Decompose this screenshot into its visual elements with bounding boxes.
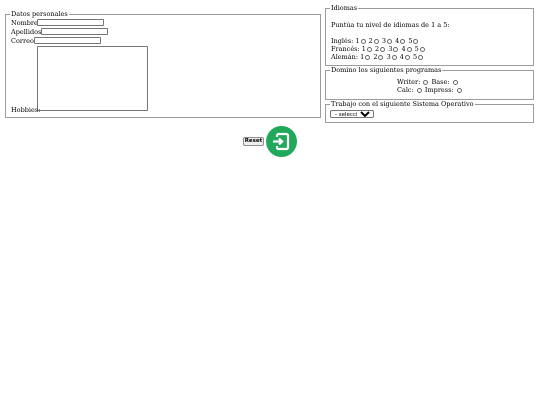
datos-personales-legend: Datos personales [11, 10, 68, 18]
idioma-row-label: Alemán: [331, 53, 359, 61]
level-label: 4 [399, 53, 404, 61]
aleman-radio-1[interactable] [365, 55, 371, 60]
programas-row-2: Calc: Impress: [397, 86, 463, 94]
idiomas-prompt: Puntúa tu nivel de idiomas de 1 a 5: [331, 21, 450, 29]
sistema-select[interactable]: - selecciona - [330, 110, 374, 118]
apellidos-input[interactable] [41, 28, 108, 35]
ingles-radio-1[interactable] [360, 39, 366, 44]
submit-button[interactable] [266, 126, 297, 157]
idioma-row-frances: Francés: 1 2 3 4 5 [331, 45, 426, 53]
level-label: 2 [373, 53, 378, 61]
base-radio[interactable] [452, 80, 458, 85]
aleman-radio-5[interactable] [418, 55, 424, 60]
hobbies-textarea[interactable] [37, 46, 148, 111]
level-label: 5 [408, 37, 413, 45]
apellidos-label: Apellidos: [11, 28, 44, 36]
nombre-label: Nombre: [11, 19, 41, 27]
frances-radio-4[interactable] [406, 47, 412, 52]
aleman-radio-4[interactable] [404, 55, 410, 60]
correo-label: Correo: [11, 37, 37, 45]
frances-radio-1[interactable] [366, 47, 372, 52]
level-label: 5 [414, 45, 419, 53]
level-label: 4 [395, 37, 400, 45]
level-label: 3 [381, 37, 387, 45]
ingles-radio-3[interactable] [387, 39, 393, 44]
frances-radio-3[interactable] [393, 47, 399, 52]
level-label: 2 [368, 37, 373, 45]
level-label: 2 [375, 45, 380, 53]
hobbies-label: Hobbies: [11, 106, 41, 114]
idioma-row-aleman: Alemán: 1 2 3 4 5 [331, 53, 424, 61]
correo-input[interactable] [34, 37, 101, 44]
frances-radio-5[interactable] [419, 47, 425, 52]
ingles-radio-5[interactable] [413, 39, 419, 44]
sistema-legend: Trabajo con el siguiente Sistema Operati… [331, 100, 474, 108]
idioma-row-label: Francés: [331, 45, 360, 53]
base-label: Base: [431, 78, 450, 86]
level-label: 4 [401, 45, 406, 53]
login-icon [273, 132, 290, 151]
level-label: 3 [386, 53, 391, 61]
level-label: 3 [388, 45, 393, 53]
level-label: 1 [355, 37, 360, 45]
idiomas-legend: Idiomas [331, 4, 358, 12]
impress-radio[interactable] [456, 88, 462, 93]
programas-legend: Domino los siguientes programas [331, 66, 442, 74]
calc-radio[interactable] [416, 88, 422, 93]
idioma-row-label: Inglés: [331, 37, 354, 45]
programas-row-1: Writer: Base: [397, 78, 459, 86]
ingles-radio-4[interactable] [400, 39, 406, 44]
aleman-radio-3[interactable] [391, 55, 397, 60]
reset-button[interactable]: Reset [243, 137, 264, 146]
calc-label: Calc: [397, 86, 414, 94]
impress-label: Impress: [424, 86, 454, 94]
idioma-row-ingles: Inglés: 1 2 3 4 5 [331, 37, 419, 45]
level-label: 1 [360, 53, 365, 61]
aleman-radio-2[interactable] [378, 55, 384, 60]
ingles-radio-2[interactable] [373, 39, 379, 44]
nombre-input[interactable] [37, 19, 104, 26]
writer-radio[interactable] [423, 80, 429, 85]
frances-radio-2[interactable] [380, 47, 386, 52]
level-label: 1 [361, 45, 366, 53]
writer-label: Writer: [397, 78, 421, 86]
level-label: 5 [413, 53, 418, 61]
